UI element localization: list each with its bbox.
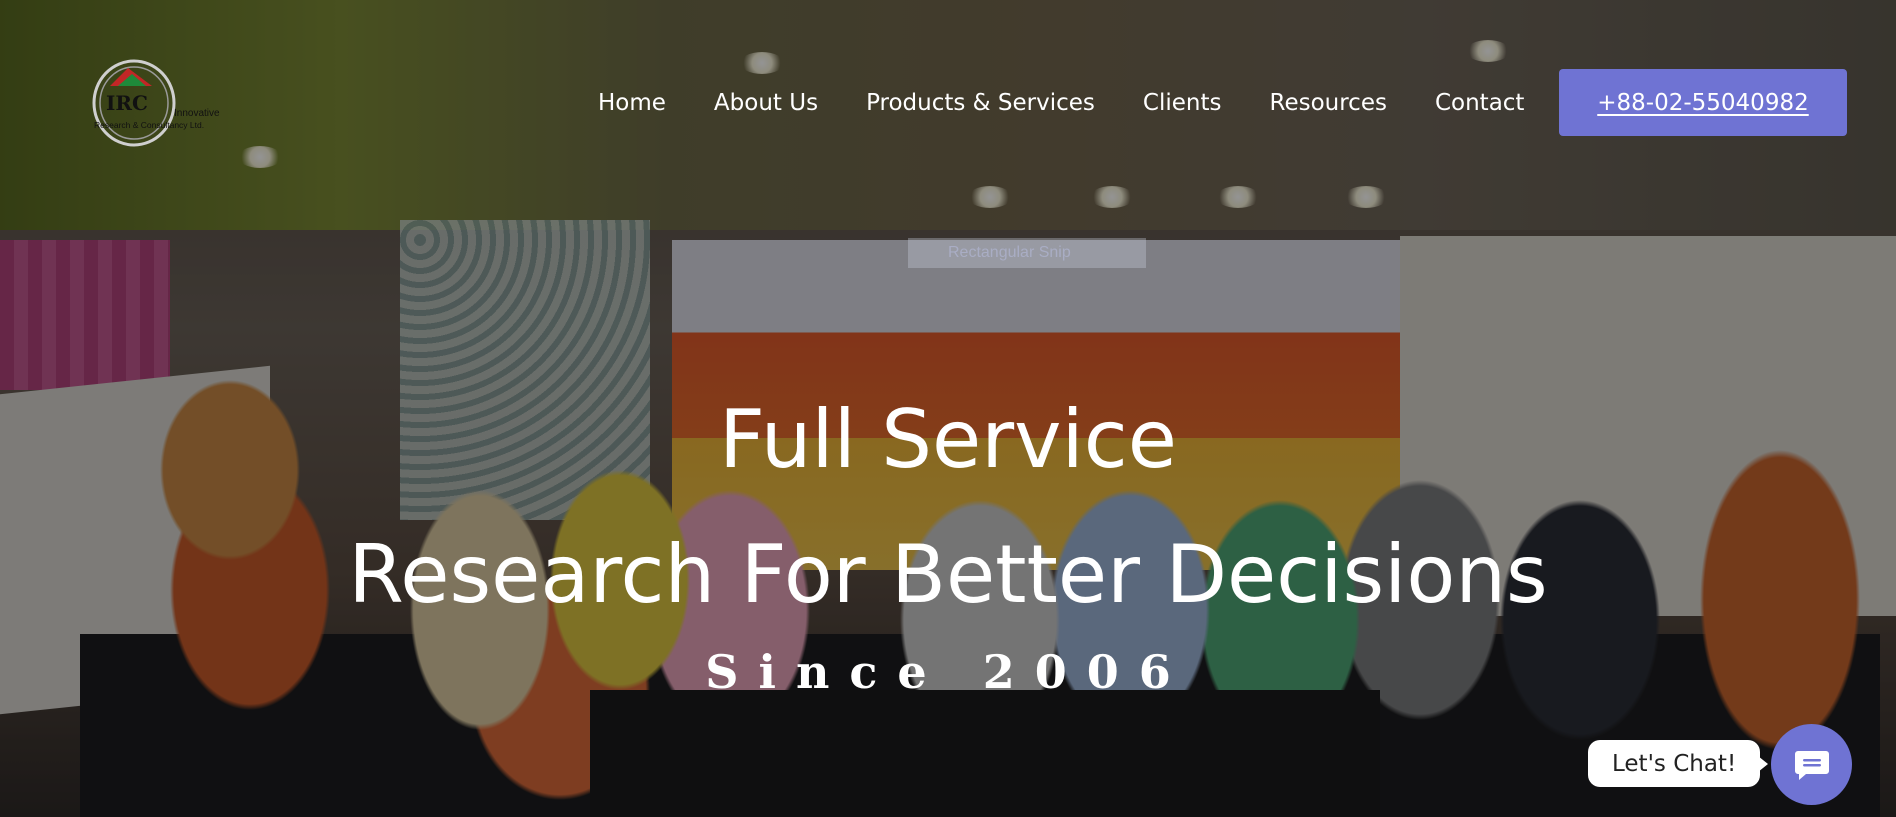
- logo-text-line1: Innovative: [174, 108, 220, 119]
- logo-text-line2: Research & Consultancy Ltd.: [94, 120, 204, 130]
- chat-label[interactable]: Let's Chat!: [1588, 740, 1769, 787]
- logo-mark-text: IRC: [106, 91, 148, 115]
- site-logo[interactable]: IRC Innovative Research & Consultancy Lt…: [88, 58, 248, 148]
- main-navigation: Home About Us Products & Services Client…: [598, 86, 1572, 120]
- chat-icon: [1794, 750, 1829, 780]
- snip-tooltip: Rectangular Snip: [908, 238, 1146, 268]
- hero-subtitle: Research For Better Decisions: [348, 528, 1548, 621]
- nav-item-clients[interactable]: Clients: [1143, 86, 1222, 120]
- nav-item-contact[interactable]: Contact: [1435, 86, 1524, 120]
- logo-emblem-icon: IRC Innovative Research & Consultancy Lt…: [92, 59, 220, 147]
- hero-tagline: Since 2006: [705, 645, 1191, 699]
- nav-item-resources[interactable]: Resources: [1270, 86, 1387, 120]
- chat-open-button[interactable]: [1771, 724, 1852, 805]
- hero-title: Full Service: [719, 393, 1177, 486]
- nav-item-about-us[interactable]: About Us: [714, 86, 818, 120]
- phone-call-button[interactable]: +88-02-55040982: [1559, 69, 1847, 136]
- nav-item-home[interactable]: Home: [598, 86, 666, 120]
- nav-item-products-services[interactable]: Products & Services: [866, 86, 1095, 120]
